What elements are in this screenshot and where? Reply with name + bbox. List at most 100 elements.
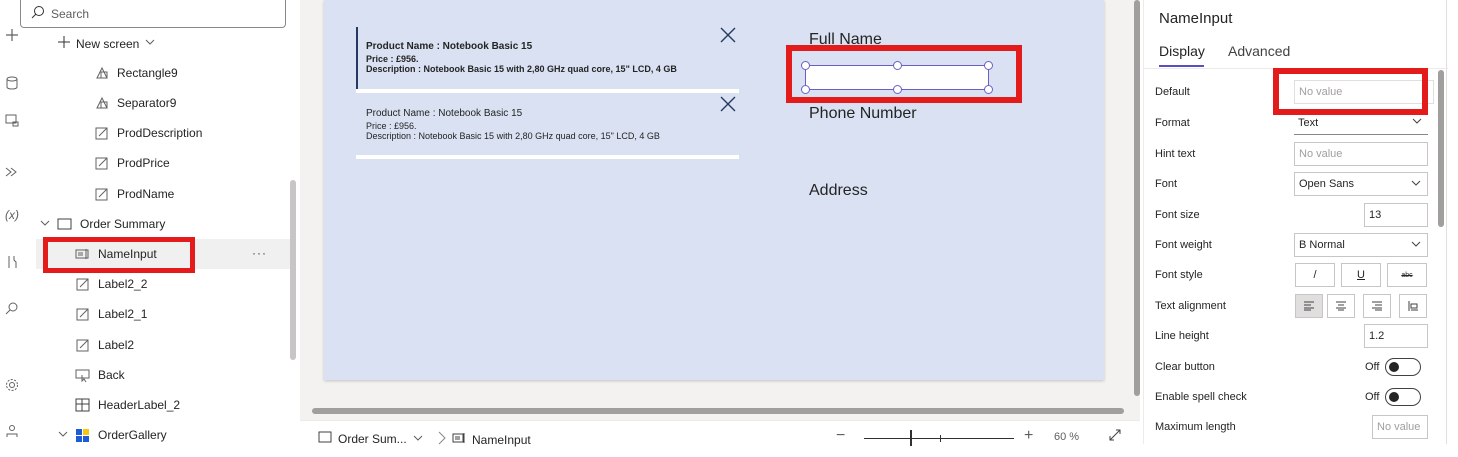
search-icon[interactable] [0,298,24,318]
tree-item-label2-1[interactable]: Label2_1 [75,300,147,328]
vertical-scrollbar[interactable] [1134,0,1140,396]
product-name: Product Name : Notebook Basic 15 [366,41,533,52]
breadcrumb-screen[interactable]: Order Sum... [318,431,423,446]
prop-label: Maximum length [1155,421,1236,433]
tree-item-label: Separator9 [117,96,177,110]
toggle-switch[interactable] [1385,388,1422,406]
phone-number-label: Phone Number [809,105,917,122]
font-size-field[interactable]: 13 [1364,203,1428,227]
chevron-down-icon[interactable] [58,428,68,442]
prop-label: Enable spell check [1155,391,1247,403]
gallery-icon [75,427,91,443]
search-placeholder: Search [51,6,90,21]
tree-item-rectangle9[interactable]: Rectangle9 [94,59,178,87]
tree-item-separator9[interactable]: Separator9 [94,89,176,117]
breadcrumb-control[interactable]: NameInput [438,431,531,448]
tab-display[interactable]: Display [1159,43,1205,59]
app-screen[interactable]: Product Name : Notebook Basic 15 Price :… [324,0,1104,380]
prop-row-clear-button: Clear button Off [1155,352,1435,382]
zoom-out-button[interactable]: − [836,427,845,445]
chevron-down-icon [145,37,155,50]
database-icon[interactable] [0,73,24,93]
font-weight-dropdown[interactable]: B Normal [1294,233,1428,257]
expand-icon[interactable] [1108,428,1122,447]
plus-icon [58,36,70,51]
align-center-icon[interactable] [1327,294,1355,318]
properties-panel: NameInput Display Advanced Default No va… [1143,0,1448,444]
active-tab-indicator [1159,65,1204,67]
tree-item-label: Label2_2 [98,277,148,291]
tree-item-order-summary[interactable]: Order Summary [40,210,165,238]
properties-scrollbar[interactable] [1438,70,1444,227]
virtual-agent-icon[interactable] [0,421,24,441]
italic-button[interactable]: / [1295,263,1335,287]
search-icon [31,5,45,22]
align-right-icon[interactable] [1363,294,1391,318]
tree-item-headerlabel-2[interactable]: HeaderLabel_2 [75,391,180,419]
prop-row-hint-text: Hint text No value [1155,139,1435,169]
tree-item-prodprice[interactable]: ProdPrice [94,149,170,177]
media-icon[interactable] [0,110,24,130]
clear-button-toggle[interactable]: Off [1365,358,1422,376]
variables-icon[interactable]: (x) [0,205,24,225]
label-icon [75,276,91,292]
tree-item-ordergallery[interactable]: OrderGallery [58,421,167,449]
product-description: Description : Notebook Basic 15 with 2,8… [366,64,677,74]
font-dropdown[interactable]: Open Sans [1294,172,1428,196]
horizontal-scrollbar[interactable] [312,408,1124,414]
zoom-slider-track[interactable] [864,438,1014,439]
prop-label: Line height [1155,330,1209,342]
align-justify-icon[interactable] [1399,294,1427,318]
max-length-field[interactable]: No value [1372,415,1428,439]
prop-label: Font weight [1155,239,1212,251]
prop-label: Font [1155,178,1178,190]
tree-item-proddescription[interactable]: ProdDescription [94,119,202,147]
tools-icon[interactable] [0,252,24,272]
strikethrough-button[interactable]: abc [1387,263,1427,287]
font-value: Open Sans [1299,178,1355,190]
zoom-in-button[interactable]: + [1024,427,1033,445]
prop-label: Hint text [1155,148,1196,160]
toggle-state: Off [1365,391,1380,403]
tree-item-label: ProdName [117,187,175,201]
tree-item-label2-2[interactable]: Label2_2 [75,270,147,298]
tab-advanced[interactable]: Advanced [1228,43,1290,59]
label-icon [75,306,91,322]
prop-label: Clear button [1155,361,1215,373]
left-icon-rail: (x) [0,0,24,457]
tree-item-label: HeaderLabel_2 [98,398,181,412]
prop-row-text-alignment: Text alignment [1155,291,1435,321]
breadcrumb-screen-label: Order Sum... [338,431,407,446]
font-weight-value: B Normal [1299,239,1345,251]
zoom-slider-thumb[interactable] [910,430,912,446]
tree-item-label: Back [98,368,125,382]
chevron-down-icon[interactable] [40,217,50,231]
header-icon [75,397,91,413]
tree-item-prodname[interactable]: ProdName [94,180,174,208]
tree-item-label: ProdDescription [117,126,203,140]
selected-item-indicator [356,27,358,91]
close-icon[interactable] [720,27,736,47]
tree-search-input[interactable]: Search [20,0,286,28]
tree-item-back[interactable]: Back [75,361,125,389]
label-icon [94,186,110,202]
tree-item-label2[interactable]: Label2 [75,331,134,359]
line-height-field[interactable]: 1.2 [1364,324,1428,348]
hint-text-field[interactable]: No value [1294,142,1428,166]
close-icon[interactable] [720,96,736,116]
tree-item-label: OrderGallery [98,428,167,442]
plus-icon[interactable] [0,25,24,45]
align-left-icon[interactable] [1295,294,1323,318]
prop-label: Text alignment [1155,300,1226,312]
settings-icon[interactable] [0,375,24,395]
new-screen-button[interactable]: New screen [58,36,155,51]
underline-button[interactable]: U [1341,263,1381,287]
text-input-icon [452,432,466,447]
spell-check-toggle[interactable]: Off [1365,388,1422,406]
power-automate-icon[interactable] [0,162,24,182]
toggle-switch[interactable] [1385,358,1422,376]
tree-scrollbar[interactable] [290,180,296,360]
more-options-icon[interactable]: ··· [252,246,267,260]
gallery-item-2[interactable]: Product Name : Notebook Basic 15 Price :… [366,108,749,141]
gallery-item-1[interactable]: Product Name : Notebook Basic 15 Price :… [366,41,749,74]
